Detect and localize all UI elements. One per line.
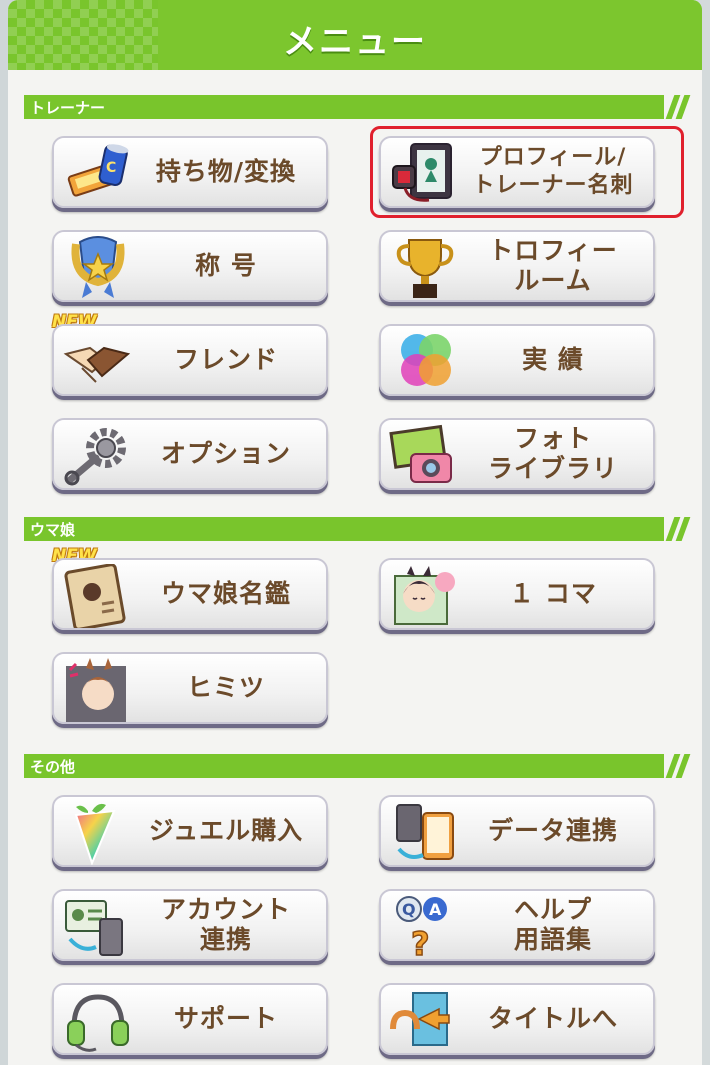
svg-text:C: C — [106, 160, 116, 176]
section-label-uma: ウマ娘 — [30, 521, 76, 539]
help-glossary-label: ヘルプ 用語集 — [461, 891, 645, 959]
himitsu-text: ヒミツ — [186, 673, 265, 702]
option-button[interactable]: オプション — [52, 418, 328, 490]
title-text: 称 号 — [195, 251, 257, 280]
uma-dex-label: ウマ娘名鑑 — [134, 560, 318, 628]
clipboard-book-icon — [62, 563, 134, 631]
friend-button[interactable]: フレンド — [52, 324, 328, 396]
trophy-text-line1: トロフィー — [488, 236, 618, 265]
to-title-button[interactable]: タイトルへ — [379, 983, 655, 1055]
jewel-carrot-icon — [62, 801, 134, 866]
to-title-label: タイトルへ — [461, 985, 645, 1053]
section-label-trainer: トレーナー — [30, 99, 106, 117]
svg-text:?: ? — [411, 925, 430, 959]
items-convert-label: 持ち物/変換 — [134, 138, 318, 206]
achievement-text: 実 績 — [522, 345, 584, 374]
photo-library-button[interactable]: フォト ライブラリ — [379, 418, 655, 490]
friend-text: フレンド — [173, 345, 278, 374]
svg-text:A: A — [429, 900, 442, 919]
items-convert-button[interactable]: C 持ち物/変換 — [52, 136, 328, 208]
photo-library-label: フォト ライブラリ — [461, 420, 645, 488]
data-link-button[interactable]: データ連携 — [379, 795, 655, 867]
support-label: サポート — [134, 985, 318, 1053]
section-label-other: その他 — [30, 758, 76, 776]
one-koma-text: １ コマ — [509, 579, 597, 608]
account-link-button[interactable]: アカウント 連携 — [52, 889, 328, 961]
id-card-phone-icon — [62, 895, 134, 959]
achievement-button[interactable]: 実 績 — [379, 324, 655, 396]
jewel-purchase-label: ジュエル購入 — [134, 797, 318, 865]
to-title-text: タイトルへ — [487, 1004, 618, 1033]
uma-dex-text: ウマ娘名鑑 — [160, 579, 291, 608]
help-glossary-button[interactable]: Q A? ヘルプ 用語集 — [379, 889, 655, 964]
friend-label: フレンド — [134, 326, 318, 394]
account-text-line2: 連携 — [199, 925, 252, 954]
jewel-text: ジュエル購入 — [148, 816, 304, 845]
option-text: オプション — [160, 439, 291, 468]
camera-film-icon — [389, 424, 461, 488]
data-link-text: データ連携 — [487, 816, 618, 845]
photo-text-line1: フォト — [513, 424, 592, 453]
title-bar: メニュー — [8, 0, 702, 70]
profile-highlight-frame — [370, 126, 684, 218]
headset-icon — [62, 989, 134, 1053]
horseshoe-medal-icon — [62, 236, 134, 300]
data-link-label: データ連携 — [461, 797, 645, 865]
section-header-trainer: トレーナー — [24, 95, 691, 119]
achievement-circles-icon — [389, 330, 461, 394]
option-label: オプション — [134, 420, 318, 488]
page-title: メニュー — [283, 22, 427, 62]
title-button[interactable]: 称 号 — [52, 230, 328, 302]
one-koma-button[interactable]: １ コマ — [379, 558, 655, 630]
jewel-purchase-button[interactable]: ジュエル購入 — [52, 795, 328, 867]
help-text-line2: 用語集 — [513, 925, 592, 954]
himitsu-label: ヒミツ — [134, 654, 318, 722]
one-koma-label: １ コマ — [461, 560, 645, 628]
help-text-line1: ヘルプ — [513, 895, 592, 924]
support-button[interactable]: サポート — [52, 983, 328, 1055]
trophy-room-label: トロフィー ルーム — [461, 232, 645, 300]
trophy-text-line2: ルーム — [514, 266, 592, 295]
section-header-other: その他 — [24, 754, 691, 778]
uma-dex-button[interactable]: ウマ娘名鑑 — [52, 558, 328, 631]
uma-character-icon — [389, 564, 461, 628]
trophy-room-button[interactable]: トロフィー ルーム — [379, 230, 655, 302]
ticket-can-icon: C — [62, 142, 134, 206]
support-text: サポート — [173, 1004, 278, 1033]
uma-character-secret-icon — [62, 658, 134, 722]
himitsu-button[interactable]: ヒミツ — [52, 652, 328, 724]
handshake-icon — [62, 330, 134, 394]
title-label: 称 号 — [134, 232, 318, 300]
achievement-label: 実 績 — [461, 326, 645, 394]
section-header-uma: ウマ娘 — [24, 517, 691, 541]
menu-panel: メニュー トレーナー C 持ち物/変換 プロフィール/ トレーナー名刺 称 号 — [8, 0, 702, 1065]
qa-help-icon: Q A? — [389, 895, 461, 964]
gear-wrench-icon — [62, 424, 134, 488]
photo-text-line2: ライブラリ — [487, 454, 618, 483]
items-convert-text: 持ち物/変換 — [155, 157, 297, 186]
trophy-icon — [389, 236, 461, 300]
door-arrow-icon — [389, 989, 461, 1053]
account-link-label: アカウント 連携 — [134, 891, 318, 959]
svg-text:Q: Q — [402, 900, 416, 919]
device-transfer-icon — [389, 801, 461, 865]
account-text-line1: アカウント — [160, 895, 291, 924]
